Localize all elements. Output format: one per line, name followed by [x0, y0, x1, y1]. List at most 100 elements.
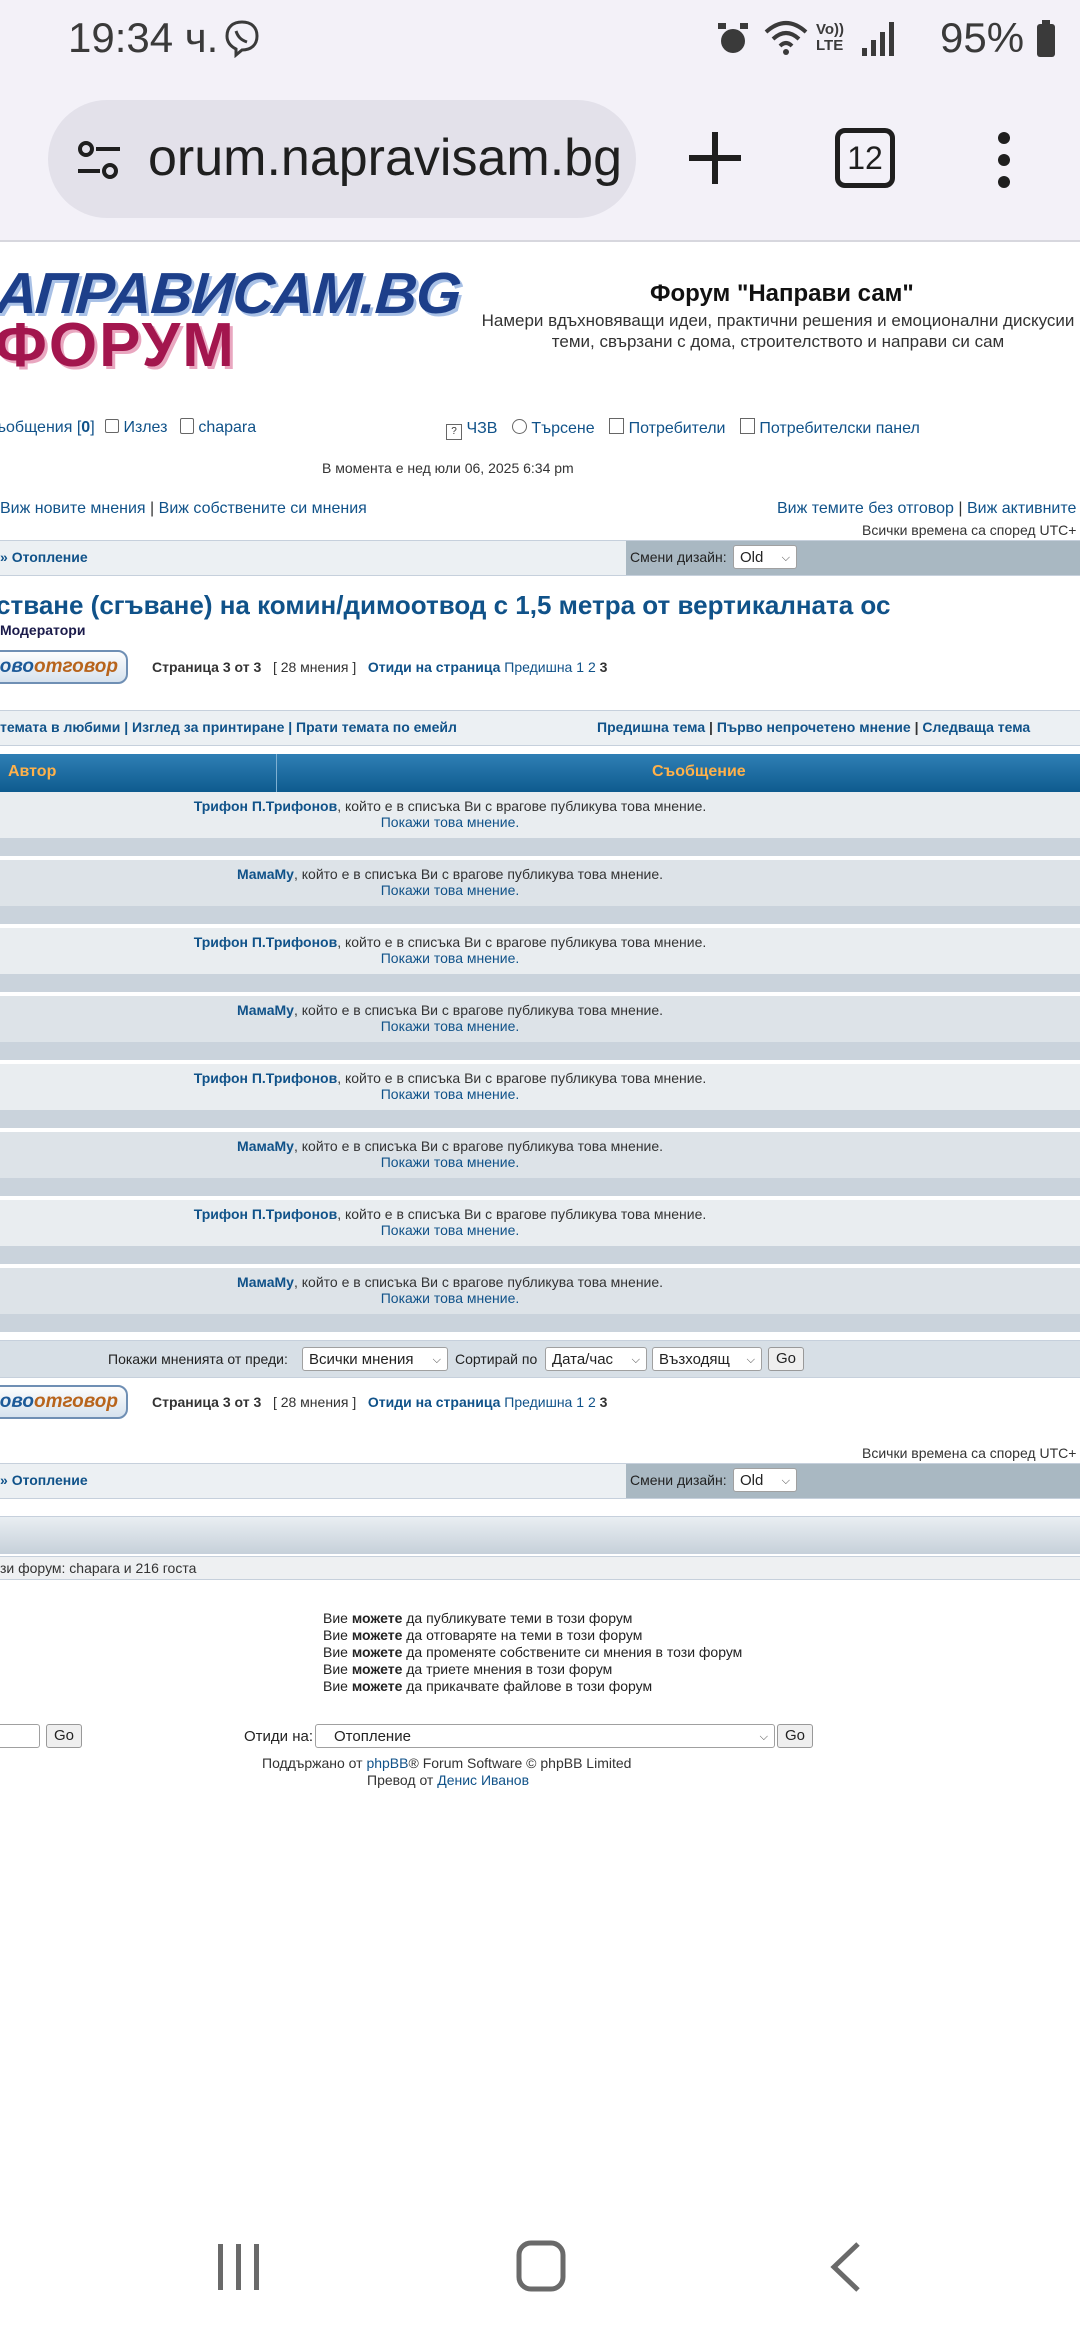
more-menu-icon[interactable]	[996, 130, 1012, 190]
page-2-link[interactable]: 2	[588, 659, 596, 675]
recent-apps-icon[interactable]	[216, 2242, 262, 2292]
site-description: Намери вдъхновяващи идеи, практични реше…	[481, 311, 1075, 351]
post-separator	[0, 1246, 1080, 1264]
topic-title[interactable]: стване (сгъване) на комин/димоотвод с 1,…	[0, 590, 890, 621]
post-separator	[0, 1314, 1080, 1332]
private-messages-link[interactable]: ъобщения [0]	[0, 419, 95, 436]
search-go-button[interactable]: Go	[46, 1724, 83, 1748]
show-post-link[interactable]: Покажи това мнение.	[381, 950, 520, 966]
user-icon	[179, 418, 194, 434]
post-separator	[0, 838, 1080, 856]
sort-go-button[interactable]: Go	[768, 1347, 805, 1371]
phpbb-link[interactable]: phpBB	[366, 1755, 408, 1771]
site-logo-forum[interactable]: ФОРУМ	[0, 310, 236, 381]
post-author-link[interactable]: МамаМу	[237, 1002, 294, 1018]
faq-link[interactable]: ЧЗВ	[466, 420, 497, 437]
topic-actions-left[interactable]: темата в любими | Изглед за принтиране |…	[0, 719, 457, 735]
foe-notice: , който е в списъка Ви с врагове публику…	[337, 1070, 707, 1086]
username-link[interactable]: chapara	[198, 419, 256, 436]
sort-order-select[interactable]: Възходящ ⌵	[652, 1347, 762, 1371]
who-is-online-row: зи форум: chapara и 216 госта	[0, 1556, 1080, 1580]
show-post-link[interactable]: Покажи това мнение.	[381, 814, 520, 830]
status-time: 19:34 ч.	[68, 14, 219, 61]
search-link[interactable]: Търсене	[531, 420, 594, 437]
permission-line: Вие можете да триете мнения в този форум	[323, 1661, 613, 1677]
next-topic-link[interactable]: Следваща тема	[922, 719, 1030, 735]
moderators-label: Модератори	[0, 622, 86, 638]
jump-label: Отиди на:	[244, 1728, 314, 1745]
show-post-link[interactable]: Покажи това мнение.	[381, 882, 520, 898]
search-icon	[511, 419, 527, 434]
logout-link[interactable]: Излез	[124, 419, 168, 436]
jump-select[interactable]: Отопление ⌵	[315, 1724, 775, 1748]
author-column-header: Автор	[8, 763, 57, 780]
show-post-link[interactable]: Покажи това мнение.	[381, 1018, 520, 1034]
post-author-link[interactable]: Трифон П.Трифонов	[194, 1070, 338, 1086]
foe-notice: , който е в списъка Ви с врагове публику…	[293, 1274, 664, 1290]
page-1-link[interactable]: 1	[576, 659, 584, 675]
style-switcher: Смени дизайн: Old ⌵	[626, 541, 1080, 575]
active-topics-link[interactable]: Виж активните	[967, 500, 1076, 517]
show-post-link[interactable]: Покажи това мнение.	[381, 1086, 520, 1102]
status-bar: 19:34 ч. Vo)) LTE 95%	[0, 0, 1080, 80]
new-tab-icon[interactable]	[683, 126, 747, 190]
search-links-right: Виж темите без отговор | Виж активните	[777, 500, 1077, 517]
tab-switcher-button[interactable]: 12	[835, 128, 895, 188]
page-1-link-bottom[interactable]: 1	[576, 1394, 584, 1410]
breadcrumb-forum-link-bottom[interactable]: Отопление	[12, 1472, 88, 1488]
show-from-select[interactable]: Всички мнения ⌵	[302, 1347, 448, 1371]
page-2-link-bottom[interactable]: 2	[588, 1394, 596, 1410]
system-nav-bar	[0, 2180, 1080, 2340]
goto-page-link[interactable]: Отиди на страница	[368, 659, 500, 675]
post-row: МамаМу, който е в списъка Ви с врагове п…	[0, 1132, 1080, 1179]
translator-link[interactable]: Денис Иванов	[437, 1772, 529, 1788]
site-settings-icon[interactable]	[74, 135, 124, 185]
post-author-link[interactable]: МамаМу	[237, 1138, 294, 1154]
prev-page-link[interactable]: Предишна	[504, 659, 572, 675]
prev-page-link-bottom[interactable]: Предишна	[504, 1394, 572, 1410]
pagination-top: Страница 3 от 3 [ 28 мнения ] Отиди на с…	[152, 659, 608, 675]
style-select-bottom[interactable]: Old ⌵	[733, 1468, 797, 1492]
post-row: Трифон П.Трифонов, който е в списъка Ви …	[0, 792, 1080, 839]
members-link[interactable]: Потребители	[629, 420, 726, 437]
message-column-header: Съобщение	[652, 763, 746, 780]
reply-button-bottom[interactable]: новоотговор	[0, 1385, 128, 1419]
permission-line: Вие можете да прикачвате файлове в този …	[323, 1678, 653, 1694]
show-post-link[interactable]: Покажи това мнение.	[381, 1154, 520, 1170]
reply-button[interactable]: новоотговор	[0, 650, 128, 684]
ucp-icon	[739, 418, 755, 434]
search-links-left: Виж новите мнения | Виж собствените си м…	[0, 500, 367, 517]
show-post-link[interactable]: Покажи това мнение.	[381, 1290, 520, 1306]
address-bar[interactable]: orum.napravisam.bg	[48, 100, 636, 218]
post-author-link[interactable]: Трифон П.Трифонов	[194, 1206, 338, 1222]
search-forum-input[interactable]	[0, 1724, 40, 1748]
show-post-link[interactable]: Покажи това мнение.	[381, 1222, 520, 1238]
first-unread-link[interactable]: Първо непрочетено мнение	[717, 719, 911, 735]
breadcrumb-forum-link[interactable]: Отопление	[12, 549, 88, 565]
post-author-link[interactable]: Трифон П.Трифонов	[194, 934, 338, 950]
post-separator	[0, 1110, 1080, 1128]
post-author-link[interactable]: МамаМу	[237, 1274, 294, 1290]
style-select[interactable]: Old ⌵	[733, 545, 797, 569]
faq-icon: ?	[446, 424, 462, 440]
goto-page-link-bottom[interactable]: Отиди на страница	[368, 1394, 500, 1410]
timezone-note: Всички времена са според UTC+	[862, 522, 1077, 538]
signal-icon	[862, 22, 894, 56]
forum-page: АПРАВИСАМ.BG ФОРУМ Форум "Направи сам" Н…	[0, 244, 1080, 1804]
battery-percent: 95%	[940, 14, 1025, 61]
jump-go-button[interactable]: Go	[777, 1724, 814, 1748]
wifi-icon	[764, 21, 808, 55]
post-author-link[interactable]: МамаМу	[237, 866, 294, 882]
back-icon[interactable]	[828, 2240, 862, 2294]
unanswered-link[interactable]: Виж темите без отговор	[777, 500, 954, 517]
sort-by-select[interactable]: Дата/час ⌵	[545, 1347, 647, 1371]
members-icon	[609, 418, 625, 434]
prev-topic-link[interactable]: Предишна тема	[597, 719, 705, 735]
ucp-link[interactable]: Потребителски панел	[759, 420, 919, 437]
foe-notice: , който е в списъка Ви с врагове публику…	[293, 1138, 664, 1154]
pagination-bottom: Страница 3 от 3 [ 28 мнения ] Отиди на с…	[152, 1394, 608, 1410]
new-posts-link[interactable]: Виж новите мнения	[0, 500, 146, 517]
post-author-link[interactable]: Трифон П.Трифонов	[194, 798, 338, 814]
own-posts-link[interactable]: Виж собствените си мнения	[159, 500, 367, 517]
home-icon[interactable]	[516, 2240, 566, 2292]
